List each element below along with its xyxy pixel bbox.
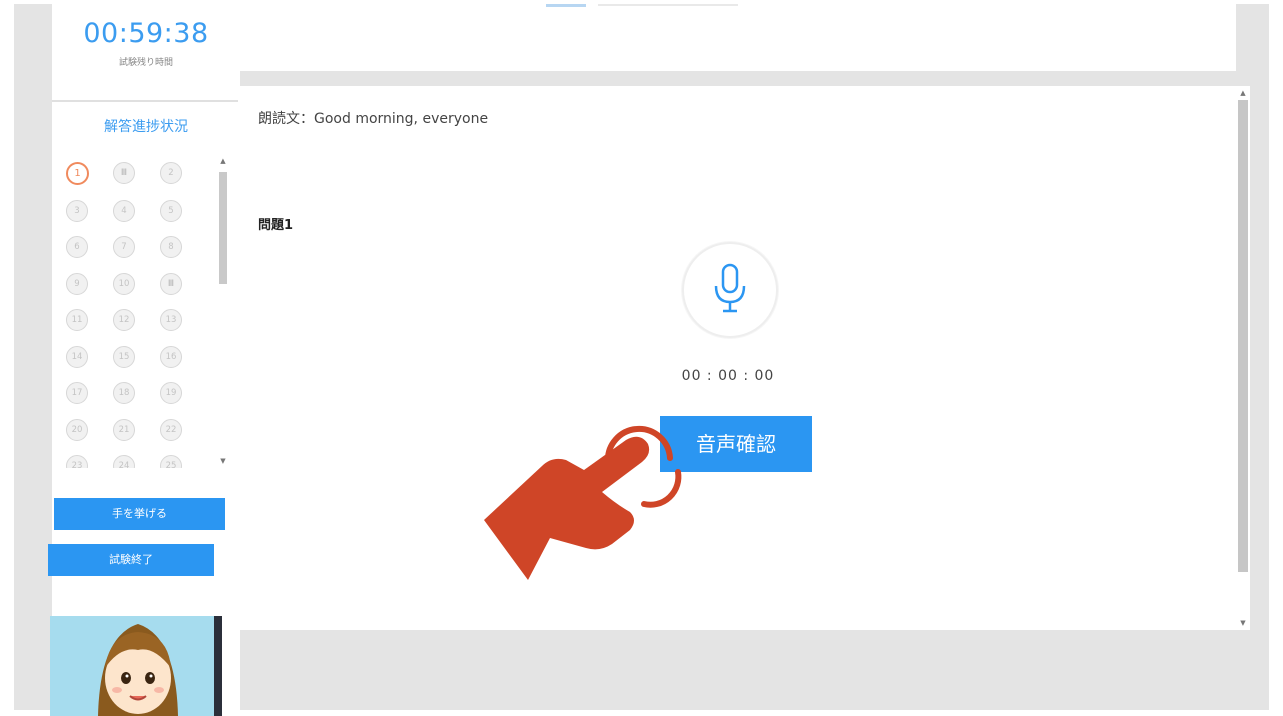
- record-button[interactable]: [682, 242, 778, 338]
- exam-timer: 00:59:38 試験残り時間: [52, 4, 240, 100]
- question-button[interactable]: 24: [113, 455, 135, 468]
- question-button[interactable]: Ⅲ: [160, 272, 182, 295]
- timer-value: 00:59:38: [83, 18, 209, 49]
- question-button[interactable]: 7: [113, 236, 135, 258]
- question-button[interactable]: 19: [160, 382, 182, 404]
- question-button[interactable]: 20: [66, 418, 88, 441]
- examiner-avatar: [50, 616, 222, 716]
- scroll-down-arrow-icon[interactable]: ▼: [216, 454, 230, 468]
- question-button[interactable]: 10: [113, 272, 135, 295]
- question-button[interactable]: 1: [66, 162, 89, 185]
- top-indicator-line: [598, 4, 738, 6]
- progress-title: 解答進捗状況: [104, 119, 188, 135]
- question-button[interactable]: 12: [113, 309, 135, 331]
- question-button[interactable]: 3: [66, 199, 88, 222]
- finish-exam-button[interactable]: 試験終了: [48, 544, 214, 576]
- divider: [52, 100, 240, 102]
- question-button[interactable]: 22: [160, 418, 182, 441]
- sidebar-scrollbar[interactable]: ▲ ▼: [216, 154, 230, 468]
- question-title: 問題1: [258, 218, 294, 233]
- question-button[interactable]: Ⅲ: [113, 162, 135, 184]
- timer-label: 試験残り時間: [118, 58, 173, 68]
- question-button[interactable]: 11: [66, 309, 88, 331]
- question-panel: 朗読文：Good morning, everyone 問題1 00 : 00 :…: [238, 86, 1236, 630]
- scrollbar-thumb[interactable]: [219, 172, 227, 284]
- app-window: 00:59:38 試験残り時間 解答進捗状況 1 Ⅲ 2 3 4 5 6 7 8 9 10 Ⅲ 11 12…: [14, 4, 1269, 716]
- top-indicator: [546, 4, 586, 7]
- main-scrollbar[interactable]: ▲ ▼: [1236, 86, 1250, 630]
- question-grid: 1 Ⅲ 2 3 4 5 6 7 8 9 10 Ⅲ 11 12 13 14 15 16 17 18 19 20 21 22 23 2…: [66, 162, 182, 468]
- scroll-up-arrow-icon[interactable]: ▲: [216, 154, 230, 168]
- question-button[interactable]: 8: [160, 236, 182, 258]
- recording-time: 00 : 00 : 00: [681, 368, 775, 384]
- sidebar: 00:59:38 試験残り時間 解答進捗状況 1 Ⅲ 2 3 4 5 6 7 8 9 10 Ⅲ 11 12…: [48, 4, 240, 716]
- reading-text: 朗読文：Good morning, everyone: [258, 111, 489, 127]
- audio-confirm-button[interactable]: 音声確認: [660, 416, 812, 472]
- question-button[interactable]: 15: [113, 345, 135, 368]
- question-button[interactable]: 2: [160, 162, 182, 184]
- question-button[interactable]: 25: [160, 455, 182, 468]
- top-panel: [238, 4, 1236, 71]
- question-grid-viewport: 1 Ⅲ 2 3 4 5 6 7 8 9 10 Ⅲ 11 12 13 14 15 16 17 18 19 20 21 22 23 2…: [56, 154, 214, 468]
- question-button[interactable]: 6: [66, 236, 88, 258]
- question-button[interactable]: 9: [66, 272, 88, 295]
- scrollbar-thumb[interactable]: [1238, 100, 1248, 572]
- question-button[interactable]: 18: [113, 382, 135, 404]
- question-button[interactable]: 17: [66, 382, 88, 404]
- microphone-icon: [714, 263, 746, 313]
- scroll-down-arrow-icon[interactable]: ▼: [1236, 616, 1250, 630]
- question-button[interactable]: 4: [113, 199, 135, 222]
- question-button[interactable]: 14: [66, 345, 88, 368]
- question-button[interactable]: 5: [160, 199, 182, 222]
- raise-hand-button[interactable]: 手を挙げる: [54, 498, 225, 530]
- question-button[interactable]: 13: [160, 309, 182, 331]
- question-button[interactable]: 23: [66, 455, 88, 468]
- scroll-up-arrow-icon[interactable]: ▲: [1236, 86, 1250, 100]
- question-button[interactable]: 21: [113, 418, 135, 441]
- question-button[interactable]: 16: [160, 345, 182, 368]
